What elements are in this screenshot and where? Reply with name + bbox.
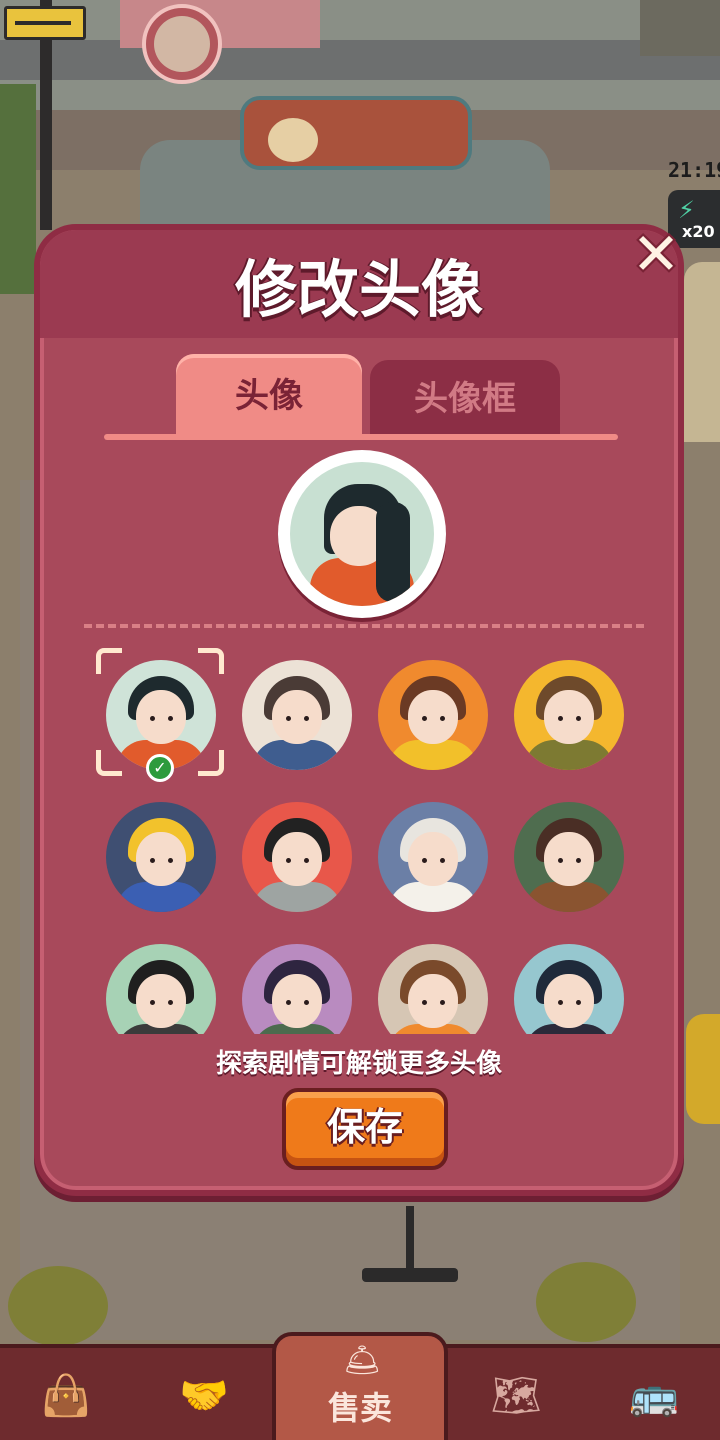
avatar-option-boy-hardhat[interactable] — [106, 802, 216, 912]
divider-dashed — [84, 624, 644, 628]
avatar-body — [524, 882, 614, 912]
avatar-eye — [440, 1000, 445, 1005]
player-avatar-badge[interactable] — [142, 4, 222, 84]
mascot-face-icon — [268, 118, 318, 162]
avatar-face — [408, 832, 458, 886]
avatar-eye — [304, 716, 309, 721]
clock-text: 21:19 — [668, 158, 720, 182]
bag-icon[interactable]: 👜 — [26, 1362, 106, 1430]
tab-avatar[interactable]: 头像 — [176, 354, 362, 438]
avatar-face — [544, 974, 594, 1028]
handshake-icon[interactable]: 🤝 — [164, 1362, 244, 1430]
green-banner — [0, 84, 36, 294]
nav-sell-label: 售卖 — [327, 1389, 392, 1427]
save-button[interactable]: 保存 — [282, 1088, 448, 1170]
avatar-body — [252, 882, 342, 912]
avatar-eye — [576, 1000, 581, 1005]
avatar-body — [116, 882, 206, 912]
nav-tab-sell[interactable]: 🛎 售卖 — [272, 1332, 448, 1440]
road — [0, 40, 720, 80]
dialog-title: 修改头像 — [234, 253, 483, 326]
avatar-eye — [168, 858, 173, 863]
avatar-option-old-man[interactable] — [378, 802, 488, 912]
flower-pot-right — [536, 1262, 636, 1342]
avatar-eye — [422, 716, 427, 721]
avatar-face — [544, 832, 594, 886]
avatar-eye — [576, 716, 581, 721]
avatar-face — [136, 974, 186, 1028]
balloons — [686, 1014, 720, 1124]
unlock-hint-text: 探索剧情可解锁更多头像 — [215, 1049, 502, 1079]
avatar-eye — [286, 716, 291, 721]
avatar-option-woman-bob[interactable] — [242, 802, 352, 912]
avatar-body — [252, 740, 342, 770]
avatar-face — [272, 832, 322, 886]
flower-pot-left — [8, 1266, 108, 1346]
avatar-eye — [304, 1000, 309, 1005]
check-icon: ✓ — [146, 754, 174, 782]
avatar-face — [272, 974, 322, 1028]
close-icon[interactable]: ✕ — [626, 224, 686, 284]
avatar-eye — [422, 858, 427, 863]
tab-underline — [104, 434, 618, 440]
avatar-eye — [558, 1000, 563, 1005]
current-avatar-preview — [278, 450, 446, 618]
avatar-option-girl-purple[interactable] — [242, 944, 352, 1034]
avatar-eye — [422, 1000, 427, 1005]
avatar-option-boy-glasses[interactable] — [242, 660, 352, 770]
sign-standee — [362, 1196, 458, 1286]
avatar-face — [544, 690, 594, 744]
avatar-preview-image — [290, 462, 434, 606]
change-avatar-dialog: 修改头像 头像 头像框 ✓ 探索剧情可解锁更多头像 保存 — [34, 224, 684, 1196]
avatar-option-girl-short-hair[interactable] — [514, 660, 624, 770]
tab-avatar-frame[interactable]: 头像框 — [370, 360, 560, 438]
avatar-eye — [576, 858, 581, 863]
arrow-sign-icon — [4, 6, 86, 40]
avatar-body — [388, 882, 478, 912]
customer-figure — [684, 262, 720, 442]
energy-count: x20 — [682, 222, 715, 241]
avatar-eye — [286, 858, 291, 863]
avatar-option-man-beret[interactable] — [514, 802, 624, 912]
avatar-face — [408, 690, 458, 744]
avatar-eye — [440, 858, 445, 863]
avatar-body — [388, 740, 478, 770]
lightning-icon: ⚡ — [678, 196, 695, 224]
avatar-option-boy-brown[interactable] — [378, 944, 488, 1034]
avatar-option-girl-brown-hair[interactable] — [378, 660, 488, 770]
avatar-eye — [168, 1000, 173, 1005]
avatar-face — [136, 832, 186, 886]
avatar-eye — [440, 716, 445, 721]
bottom-navigation: 👜 🤝 🛎 售卖 🗺 🚌 — [0, 1332, 720, 1440]
avatar-eye — [150, 858, 155, 863]
avatar-option-man-sunglasses[interactable] — [106, 944, 216, 1034]
bus-stop — [640, 0, 720, 56]
bus-icon[interactable]: 🚌 — [614, 1362, 694, 1430]
map-icon[interactable]: 🗺 — [476, 1362, 556, 1430]
avatar-option-woman-long-hair[interactable] — [514, 944, 624, 1034]
avatar-face — [272, 690, 322, 744]
bell-icon: 🛎 — [342, 1343, 382, 1378]
avatar-eye — [304, 858, 309, 863]
avatar-eye — [558, 716, 563, 721]
avatar-eye — [558, 858, 563, 863]
avatar-body — [524, 740, 614, 770]
avatar-face — [408, 974, 458, 1028]
avatar-eye — [150, 1000, 155, 1005]
avatar-eye — [286, 1000, 291, 1005]
